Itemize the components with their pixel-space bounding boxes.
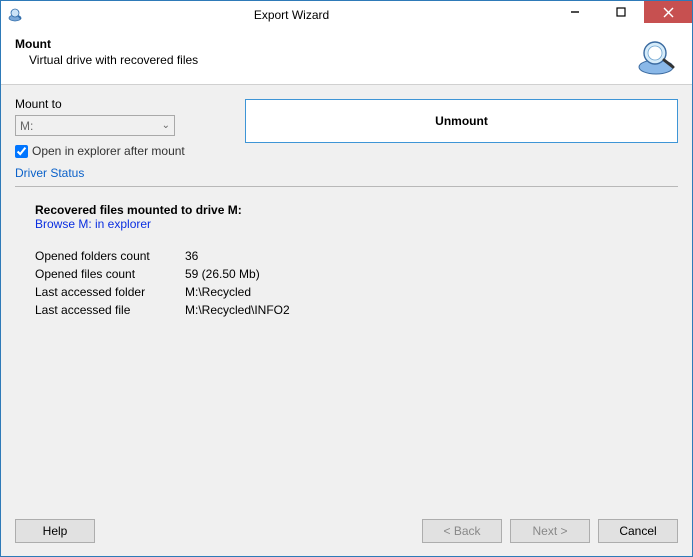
maximize-button[interactable] bbox=[598, 1, 644, 23]
info-block: Recovered files mounted to drive M: Brow… bbox=[15, 187, 678, 321]
info-key: Opened folders count bbox=[35, 249, 185, 263]
info-table: Opened folders count 36 Opened files cou… bbox=[35, 249, 678, 317]
info-val: 36 bbox=[185, 249, 198, 263]
driver-status-link[interactable]: Driver Status bbox=[15, 166, 678, 180]
info-key: Opened files count bbox=[35, 267, 185, 281]
next-button[interactable]: Next > bbox=[510, 519, 590, 543]
mount-drive-value: M: bbox=[20, 119, 33, 133]
chevron-down-icon: ⌄ bbox=[162, 120, 170, 131]
magnifier-icon bbox=[636, 37, 678, 79]
window-controls bbox=[552, 1, 692, 23]
table-row: Last accessed file M:\Recycled\INFO2 bbox=[35, 303, 678, 317]
wizard-footer: Help < Back Next > Cancel bbox=[1, 510, 692, 556]
table-row: Opened folders count 36 bbox=[35, 249, 678, 263]
info-title: Recovered files mounted to drive M: bbox=[35, 203, 678, 217]
table-row: Last accessed folder M:\Recycled bbox=[35, 285, 678, 299]
mount-to-label: Mount to bbox=[15, 97, 245, 111]
close-button[interactable] bbox=[644, 1, 692, 23]
wizard-header: Mount Virtual drive with recovered files bbox=[1, 29, 692, 85]
help-button[interactable]: Help bbox=[15, 519, 95, 543]
unmount-button-label: Unmount bbox=[435, 114, 488, 128]
page-title: Mount bbox=[15, 37, 636, 51]
cancel-button[interactable]: Cancel bbox=[598, 519, 678, 543]
export-wizard-window: Export Wizard Mount Virtual drive with r… bbox=[0, 0, 693, 557]
mount-drive-select[interactable]: M: ⌄ bbox=[15, 115, 175, 136]
browse-explorer-link[interactable]: Browse M: in explorer bbox=[35, 217, 678, 231]
info-val: M:\Recycled\INFO2 bbox=[185, 303, 290, 317]
app-icon bbox=[7, 7, 23, 23]
info-val: 59 (26.50 Mb) bbox=[185, 267, 260, 281]
info-val: M:\Recycled bbox=[185, 285, 251, 299]
open-in-explorer-checkbox[interactable] bbox=[15, 145, 28, 158]
minimize-button[interactable] bbox=[552, 1, 598, 23]
info-key: Last accessed folder bbox=[35, 285, 185, 299]
open-in-explorer-label: Open in explorer after mount bbox=[32, 144, 185, 158]
table-row: Opened files count 59 (26.50 Mb) bbox=[35, 267, 678, 281]
back-button[interactable]: < Back bbox=[422, 519, 502, 543]
unmount-button[interactable]: Unmount bbox=[245, 99, 678, 143]
wizard-body: Mount to M: ⌄ Open in explorer after mou… bbox=[1, 85, 692, 510]
titlebar: Export Wizard bbox=[1, 1, 692, 29]
page-subtitle: Virtual drive with recovered files bbox=[15, 53, 636, 67]
window-title: Export Wizard bbox=[31, 8, 552, 22]
info-key: Last accessed file bbox=[35, 303, 185, 317]
